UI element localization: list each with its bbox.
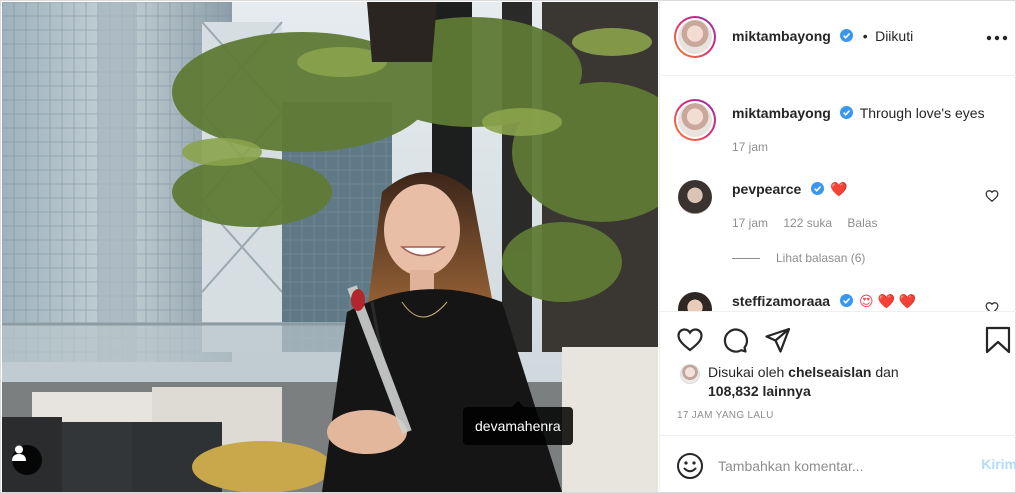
comment-bubble-icon[interactable] [720, 326, 748, 354]
likes-conj: dan [875, 364, 899, 380]
comment-input[interactable] [718, 454, 958, 478]
header-user-row: miktambayong • Diikuti [732, 28, 913, 46]
add-comment-bar: Kirim [660, 435, 1016, 493]
comment-username[interactable]: pevpearce [732, 181, 801, 197]
more-options-icon[interactable] [985, 28, 1009, 48]
post-photo[interactable]: devamahenra [2, 2, 658, 492]
verified-badge-icon [839, 294, 853, 307]
caption-avatar[interactable] [674, 99, 716, 141]
comment-like-heart-icon[interactable] [985, 301, 999, 311]
tagged-users-button[interactable] [12, 445, 42, 475]
verified-badge-icon [840, 106, 854, 119]
user-icon [12, 445, 26, 461]
emoji-smiley-icon[interactable] [676, 452, 704, 480]
comment-username[interactable]: steffizamoraaa [732, 293, 830, 309]
like-heart-icon[interactable] [676, 326, 704, 354]
likes-summary[interactable]: Disukai oleh chelseaislan dan 108,832 la… [708, 363, 948, 401]
comment-avatar[interactable] [678, 180, 712, 214]
bookmark-save-icon[interactable] [984, 326, 1012, 354]
follow-status-button[interactable]: Diikuti [875, 28, 913, 44]
verified-badge-icon [810, 182, 824, 195]
comments-list[interactable]: miktambayong Through love's eyes 17 jam … [660, 77, 1016, 311]
comment-like-heart-icon[interactable] [985, 189, 999, 203]
post-timestamp[interactable]: 17 JAM YANG LALU [677, 410, 774, 421]
comment-text: ❤️ [830, 181, 848, 197]
photo-tag-label[interactable]: devamahenra [463, 401, 573, 445]
caption-text: Through love's eyes [859, 105, 985, 121]
view-replies-button[interactable]: Lihat balasan (6) [776, 251, 865, 265]
comment-like-count[interactable]: 122 suka [783, 216, 832, 230]
comment-time: 17 jam [732, 216, 769, 230]
replies-divider [732, 258, 760, 259]
comment-text: 😍 ❤️ ❤️ [858, 293, 917, 309]
author-username[interactable]: miktambayong [732, 28, 831, 44]
comment-avatar[interactable] [678, 292, 712, 311]
post-modal: devamahenra miktambayong • Diikuti mikta… [0, 0, 1016, 493]
likes-user[interactable]: chelseaislan [788, 364, 871, 380]
share-send-icon[interactable] [764, 326, 792, 354]
send-comment-button[interactable]: Kirim [981, 456, 1016, 472]
comment-reply-button[interactable]: Balas [847, 216, 877, 230]
liker-avatar[interactable] [680, 364, 700, 384]
post-actions: Disukai oleh chelseaislan dan 108,832 la… [660, 311, 1016, 435]
author-avatar[interactable] [674, 16, 716, 58]
caption-time: 17 jam [732, 140, 769, 154]
verified-badge-icon [840, 29, 854, 42]
caption-username[interactable]: miktambayong [732, 105, 831, 121]
post-side-panel: miktambayong • Diikuti miktambayong Thro… [659, 2, 1016, 493]
post-header: miktambayong • Diikuti [660, 2, 1016, 76]
likes-count[interactable]: 108,832 lainnya [708, 383, 811, 399]
likes-prefix: Disukai oleh [708, 364, 785, 380]
header-separator: • [862, 28, 868, 44]
